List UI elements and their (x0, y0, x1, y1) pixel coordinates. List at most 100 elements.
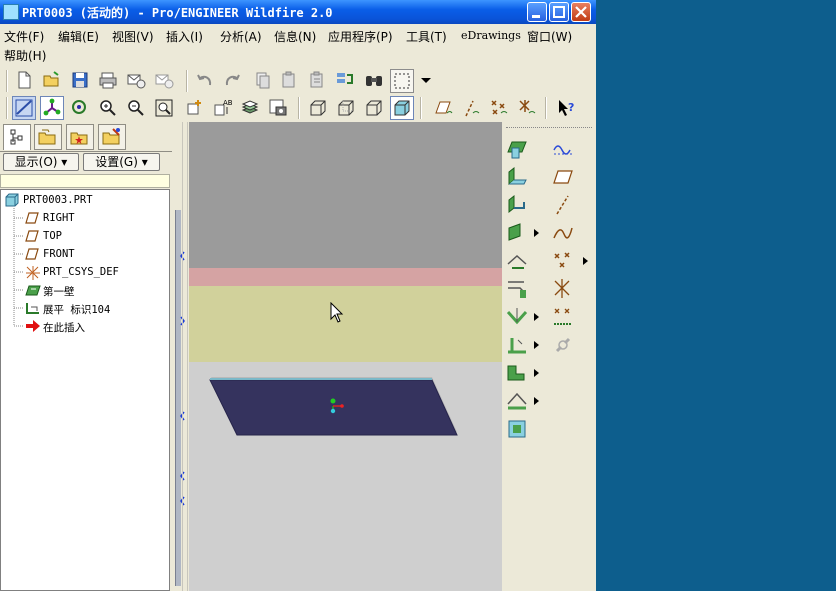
tab-model-tree[interactable] (3, 124, 31, 150)
copy-icon[interactable] (279, 70, 299, 90)
regenerate-icon[interactable] (335, 70, 355, 90)
datum-axis-tool-icon[interactable] (552, 194, 574, 216)
navigator-tabs (0, 122, 172, 152)
minimize-button[interactable] (527, 2, 547, 22)
menu-window[interactable]: 窗口(W) (527, 28, 572, 45)
coord-sys-toggle-icon[interactable] (517, 98, 537, 118)
analysis-feature-icon[interactable] (552, 306, 574, 328)
hidden-line-icon[interactable] (336, 98, 356, 118)
shading-button[interactable] (390, 96, 414, 120)
flange-wall-icon[interactable] (506, 194, 528, 216)
zoom-out-icon[interactable] (126, 98, 146, 118)
save-icon[interactable] (70, 70, 90, 90)
folder-icon (38, 129, 56, 145)
datum-points-toggle-icon[interactable] (489, 98, 509, 118)
form-icon[interactable] (506, 390, 528, 412)
context-help-icon[interactable]: ? (556, 98, 576, 118)
tree-node-label: 第一壁 (43, 286, 75, 298)
flat-wall-icon[interactable] (506, 166, 528, 188)
tab-folder-browser[interactable] (34, 124, 62, 150)
tab-divider (0, 151, 172, 152)
chain-link-icon[interactable] (552, 334, 574, 356)
orient-mode-icon[interactable] (70, 98, 90, 118)
extrude-wall-icon[interactable] (506, 222, 528, 244)
datum-axis-on-icon[interactable]: AB (212, 98, 232, 118)
show-dropdown-button[interactable]: 显示(O) ▾ (3, 153, 79, 171)
paste-icon[interactable] (307, 70, 327, 90)
print-icon[interactable] (98, 70, 118, 90)
flatten-form-icon[interactable] (506, 418, 528, 440)
menu-file[interactable]: 文件(F) (4, 28, 44, 45)
corner-relief-icon[interactable] (506, 362, 528, 384)
datum-point-tool-icon[interactable] (552, 250, 574, 272)
flyout-arrow-icon[interactable] (533, 368, 541, 378)
sheetmetal-wall-icon (25, 285, 41, 296)
wireframe-icon[interactable] (308, 98, 328, 118)
app-icon (3, 4, 19, 20)
sheetmetal-part[interactable] (189, 122, 502, 591)
cut-icon[interactable] (252, 70, 272, 90)
flyout-arrow-icon[interactable] (533, 396, 541, 406)
menu-edrawings[interactable]: eDrawings (461, 29, 521, 42)
menu-tools[interactable]: 工具(T) (406, 28, 447, 45)
selection-box-button[interactable] (390, 69, 414, 93)
bend-icon[interactable] (506, 250, 528, 272)
bend-back-icon[interactable] (506, 334, 528, 356)
navigator-sash[interactable] (172, 122, 188, 591)
datum-plane-icon (25, 230, 39, 242)
datum-plane-tool-icon[interactable] (552, 166, 574, 188)
menu-help[interactable]: 帮助(H) (4, 47, 46, 64)
chevron-down-icon[interactable] (416, 70, 436, 90)
zoom-in-icon[interactable] (98, 98, 118, 118)
title-bar[interactable]: PRT0003 (活动的) - Pro/ENGINEER Wildfire 2.… (0, 0, 596, 24)
toolbar-grip (6, 70, 8, 92)
menu-edit[interactable]: 编辑(E) (58, 28, 99, 45)
tree-node-label: 展平 标识104 (43, 304, 111, 316)
svg-text:AB: AB (223, 99, 232, 107)
new-file-icon[interactable] (14, 70, 34, 90)
redo-icon[interactable] (222, 70, 242, 90)
find-binoculars-icon[interactable] (364, 70, 384, 90)
toolbar-separator (420, 97, 422, 119)
tree-filter-field[interactable] (0, 174, 170, 188)
flyout-arrow-icon[interactable] (533, 228, 541, 238)
no-hidden-icon[interactable] (364, 98, 384, 118)
sketch-datum-curve-icon[interactable] (552, 138, 574, 160)
datum-plane-on-icon[interactable] (184, 98, 204, 118)
menu-applications[interactable]: 应用程序(P) (328, 28, 393, 45)
maximize-button[interactable] (549, 2, 569, 22)
tab-favorites[interactable] (66, 124, 94, 150)
toolbar-grip (6, 97, 8, 119)
graphics-viewport[interactable] (189, 122, 502, 591)
refit-icon[interactable] (154, 98, 174, 118)
toolbar-separator (186, 70, 188, 92)
menu-info[interactable]: 信息(N) (274, 28, 316, 45)
settings-dropdown-button[interactable]: 设置(G) ▾ (83, 153, 160, 171)
saved-views-icon[interactable] (268, 98, 288, 118)
undo-icon[interactable] (195, 70, 215, 90)
flyout-arrow-icon[interactable] (582, 256, 590, 266)
close-button[interactable] (571, 2, 591, 22)
layers-icon[interactable] (240, 98, 260, 118)
tree-node-label: 在此插入 (43, 322, 85, 334)
datum-curve-icon[interactable] (552, 222, 574, 244)
datum-axes-toggle-icon[interactable] (461, 98, 481, 118)
menu-view[interactable]: 视图(V) (112, 28, 154, 45)
flyout-arrow-icon[interactable] (533, 312, 541, 322)
datum-planes-toggle-icon[interactable] (433, 98, 453, 118)
unbend-tool-icon[interactable] (506, 278, 528, 300)
flyout-arrow-icon[interactable] (533, 340, 541, 350)
menu-analysis[interactable]: 分析(A) (220, 28, 262, 45)
coord-sys-tool-icon[interactable] (552, 278, 574, 300)
email-icon[interactable] (126, 70, 146, 90)
spin-center-button[interactable] (40, 96, 64, 120)
tree-node-label: FRONT (43, 248, 75, 260)
redraw-button[interactable] (12, 96, 36, 120)
tab-connections[interactable] (98, 124, 126, 150)
rip-icon[interactable] (506, 306, 528, 328)
email-link-icon[interactable] (154, 70, 174, 90)
favorites-folder-icon (70, 132, 88, 145)
sheetmetal-convert-icon[interactable] (506, 138, 528, 160)
open-folder-icon[interactable] (42, 70, 62, 90)
menu-insert[interactable]: 插入(I) (166, 28, 203, 45)
